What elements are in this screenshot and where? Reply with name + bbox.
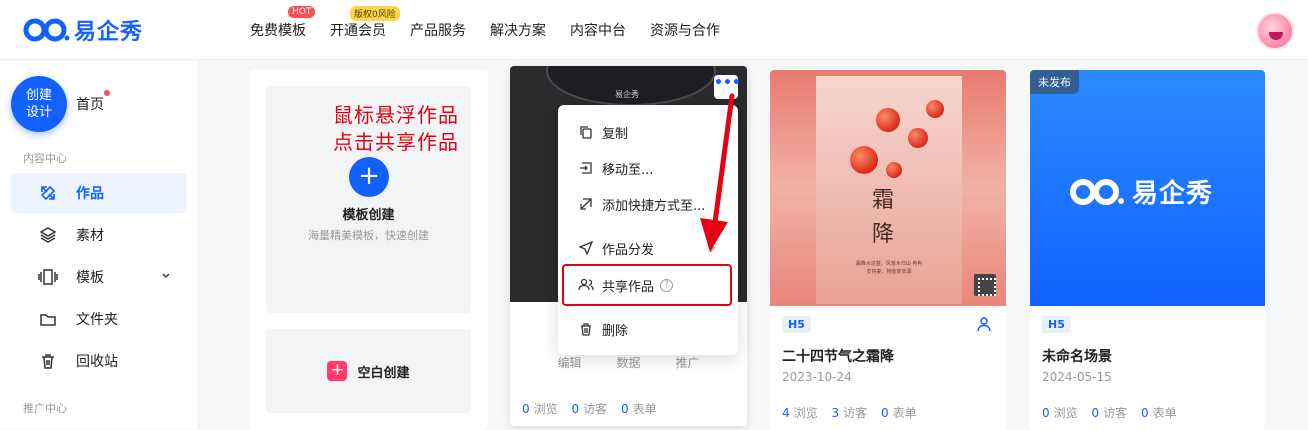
nav-products[interactable]: 产品服务 <box>410 20 466 40</box>
sidebar-item-folders[interactable]: 文件夹 <box>11 299 187 339</box>
nav-label: 开通会员 <box>330 23 386 39</box>
work-card[interactable]: 未发布 易企秀 H5 未命名场景 2024-05-15 0 浏览 0 访客 0 表单 <box>1030 70 1265 430</box>
annotation-line: 点击共享作品 <box>333 130 459 154</box>
work-date: 2023-10-24 <box>782 370 852 384</box>
type-tag: H5 <box>782 316 811 333</box>
blank-create-tile[interactable]: + 空白创建 <box>266 329 471 413</box>
berry <box>850 146 878 174</box>
qr-code-icon[interactable] <box>974 274 996 296</box>
sidebar-item-label: 回收站 <box>76 354 118 370</box>
sidebar-item-label: 模板 <box>76 270 104 286</box>
section-content-center: 内容中心 <box>23 152 67 165</box>
annotation-arrow-icon <box>700 93 735 252</box>
menu-item-delete[interactable]: 删除 <box>558 314 738 344</box>
data-button[interactable]: 数据 <box>616 354 640 371</box>
poster-image: 霜 降 霜降水返壑，风落木归山 冉冉岁将宴，物皆复本源 <box>816 76 962 304</box>
user-avatar[interactable] <box>1256 12 1294 50</box>
berry <box>926 100 944 118</box>
notification-dot <box>104 90 110 96</box>
poster-char: 霜 <box>872 188 895 213</box>
share-highlight-box <box>562 264 732 306</box>
layers-icon <box>38 225 58 245</box>
copy-icon <box>578 124 594 140</box>
brand-logo[interactable]: 易企秀 <box>22 16 144 45</box>
template-create-title: 模板创建 <box>342 208 395 223</box>
hot-badge: HOT <box>288 6 316 18</box>
berry <box>886 162 902 178</box>
sidebar-item-materials[interactable]: 素材 <box>11 215 187 255</box>
template-create-subtitle: 海量精美模板，快速创建 <box>308 229 429 242</box>
nav-free-templates[interactable]: 免费模板 HOT <box>250 6 316 40</box>
poster-char: 降 <box>872 222 895 247</box>
menu-item-label: 删除 <box>602 323 629 339</box>
cover-logo-text: 易企秀 <box>1132 179 1214 209</box>
work-actions: 编辑 数据 推广 <box>510 354 747 371</box>
trash-icon <box>38 351 58 371</box>
folder-icon <box>38 309 58 329</box>
nav-content-hub[interactable]: 内容中台 <box>570 20 626 40</box>
move-icon <box>578 160 594 176</box>
logo-mark-icon <box>23 18 70 42</box>
works-icon <box>38 183 58 203</box>
work-cover: 霜 降 霜降水返壑，风落木归山 冉冉岁将宴，物皆复本源 <box>770 70 1006 306</box>
send-icon <box>578 240 594 256</box>
menu-item-label: 添加快捷方式至... <box>602 198 706 214</box>
sidebar-item-label: 素材 <box>76 228 104 244</box>
work-date: 2024-05-15 <box>1042 370 1112 384</box>
work-stats: 4 浏览 3 访客 0 表单 <box>782 406 917 420</box>
chevron-down-icon[interactable] <box>161 269 171 285</box>
work-card[interactable]: 霜 降 霜降水返壑，风落木归山 冉冉岁将宴，物皆复本源 H5 二十四节气之霜降 … <box>770 70 1006 430</box>
sidebar-item-works[interactable]: 作品 <box>11 173 187 213</box>
sidebar-item-home[interactable]: 首页 <box>76 94 104 114</box>
user-icon[interactable] <box>976 316 992 336</box>
plus-icon: + <box>349 157 389 197</box>
berry <box>908 128 928 148</box>
annotation-text: 鼠标悬浮作品 点击共享作品 <box>333 102 459 156</box>
sidebar-item-label: 文件夹 <box>76 312 118 328</box>
create-design-button[interactable]: 创建 设计 <box>11 76 67 132</box>
sidebar: 创建 设计 首页 内容中心 作品 素材 模板 文件夹 回收站 推广中心 <box>0 61 199 429</box>
unpublished-badge: 未发布 <box>1030 70 1079 94</box>
nav-solutions[interactable]: 解决方案 <box>490 20 546 40</box>
work-stats: 0 浏览 0 访客 0 表单 <box>522 402 657 416</box>
sidebar-item-label: 作品 <box>76 186 104 202</box>
menu-item-label: 作品分发 <box>602 242 655 258</box>
brand-name: 易企秀 <box>74 20 144 45</box>
work-title[interactable]: 二十四节气之霜降 <box>782 346 894 366</box>
annotation-line: 鼠标悬浮作品 <box>333 103 459 127</box>
copyright-badge: 版权0风险 <box>350 6 400 21</box>
main-nav: 免费模板 HOT 开通会员 版权0风险 产品服务 解决方案 内容中台 资源与合作 <box>250 0 744 60</box>
nav-membership[interactable]: 开通会员 版权0风险 <box>330 6 400 40</box>
promote-button[interactable]: 推广 <box>675 354 699 371</box>
work-cover: 未发布 易企秀 <box>1030 70 1265 306</box>
work-stats: 0 浏览 0 访客 0 表单 <box>1042 406 1177 420</box>
logo-mark-icon <box>1070 178 1124 205</box>
trash-icon <box>578 321 594 337</box>
poster-text: 霜降水返壑，风落木归山 冉冉岁将宴，物皆复本源 <box>855 261 923 275</box>
template-icon <box>38 267 58 287</box>
menu-item-label: 移动至... <box>602 162 654 178</box>
plus-icon: + <box>327 361 348 381</box>
menu-item-label: 复制 <box>602 126 629 142</box>
shortcut-icon <box>578 196 594 212</box>
blank-create-label: 空白创建 <box>357 365 410 381</box>
nav-label: 免费模板 <box>250 23 306 39</box>
edit-button[interactable]: 编辑 <box>557 354 581 371</box>
cover-plate <box>546 66 716 106</box>
top-bar: 易企秀 免费模板 HOT 开通会员 版权0风险 产品服务 解决方案 内容中台 资… <box>0 0 1308 60</box>
cover-logo: 易企秀 <box>615 90 639 99</box>
section-promotion-center: 推广中心 <box>23 402 67 415</box>
sidebar-item-trash[interactable]: 回收站 <box>11 341 187 381</box>
type-tag: H5 <box>1042 316 1071 333</box>
berry <box>876 108 900 132</box>
nav-resources[interactable]: 资源与合作 <box>650 20 720 40</box>
cover-logo: 易企秀 <box>1068 173 1213 210</box>
work-title[interactable]: 未命名场景 <box>1042 346 1112 366</box>
sidebar-item-templates[interactable]: 模板 <box>11 257 187 297</box>
